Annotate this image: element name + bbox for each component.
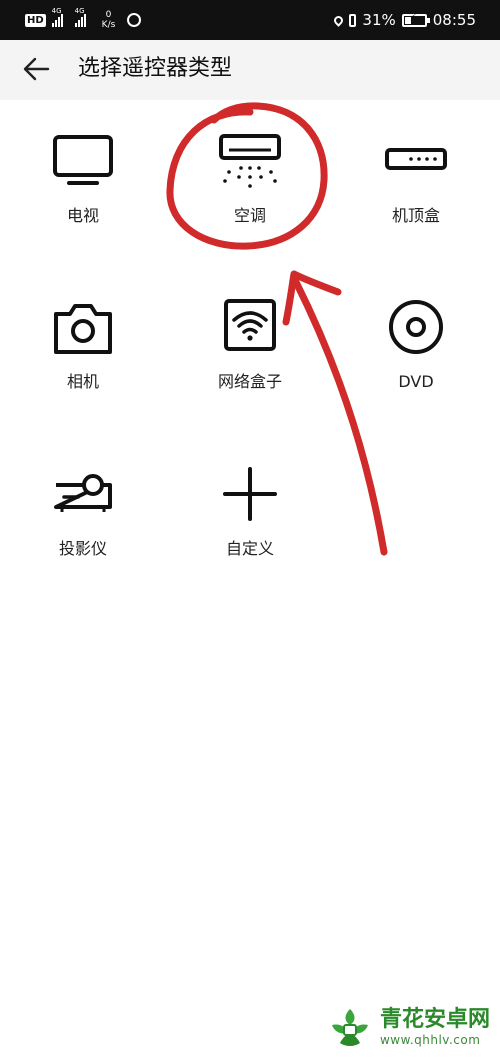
app-bar: 选择遥控器类型 (0, 40, 500, 100)
air-conditioner-icon (219, 134, 281, 188)
arrow-left-icon (23, 57, 50, 81)
device-label: 机顶盒 (391, 206, 440, 225)
device-camera[interactable]: 相机 (8, 292, 158, 422)
alarm-icon (127, 13, 142, 27)
device-label: 自定义 (225, 539, 274, 558)
device-network-box[interactable]: 网络盒子 (175, 292, 325, 422)
device-label: 电视 (66, 206, 99, 225)
device-label: 空调 (233, 206, 266, 225)
device-label: 网络盒子 (217, 372, 282, 391)
device-tv[interactable]: 电视 (8, 126, 158, 256)
signal-icon: 4G (74, 7, 86, 27)
status-left: HD 4G 4G 0 K/s (25, 7, 142, 31)
camera-icon (54, 304, 112, 354)
watermark-name: 青花安卓网 (379, 1006, 490, 1032)
device-label: 相机 (66, 372, 99, 391)
device-set-top-box[interactable]: 机顶盒 (341, 126, 491, 256)
signal-icon: 4G (51, 7, 63, 27)
watermark-url: www.qhhlv.com (379, 1032, 481, 1047)
device-label: DVD (398, 372, 434, 391)
network-speed: 0 K/s (101, 10, 116, 30)
watermark: 青花安卓网 www.qhhlv.com (326, 1003, 490, 1051)
vibrate-icon (349, 13, 357, 27)
location-icon (332, 13, 346, 27)
status-right: 31% ⚡ 08:55 (332, 9, 476, 31)
watermark-logo-icon (331, 1009, 368, 1046)
hd-badge: HD (25, 13, 46, 27)
tv-icon (53, 135, 113, 185)
battery-icon: ⚡ (401, 13, 430, 27)
network-box-icon (224, 299, 276, 351)
status-bar: HD 4G 4G 0 K/s 31% ⚡ 08:55 (0, 0, 500, 40)
device-label: 投影仪 (58, 539, 107, 558)
back-button[interactable] (16, 49, 56, 89)
projector-icon (54, 474, 112, 512)
battery-percent: 31% (362, 11, 396, 29)
plus-icon (223, 467, 277, 521)
dvd-icon (389, 300, 443, 354)
clock: 08:55 (432, 11, 476, 29)
device-air-conditioner[interactable]: 空调 (175, 126, 325, 256)
set-top-box-icon (385, 148, 447, 170)
page-title: 选择遥控器类型 (78, 56, 233, 81)
device-projector[interactable]: 投影仪 (8, 459, 158, 589)
device-custom[interactable]: 自定义 (175, 459, 325, 589)
device-dvd[interactable]: DVD (341, 292, 491, 422)
